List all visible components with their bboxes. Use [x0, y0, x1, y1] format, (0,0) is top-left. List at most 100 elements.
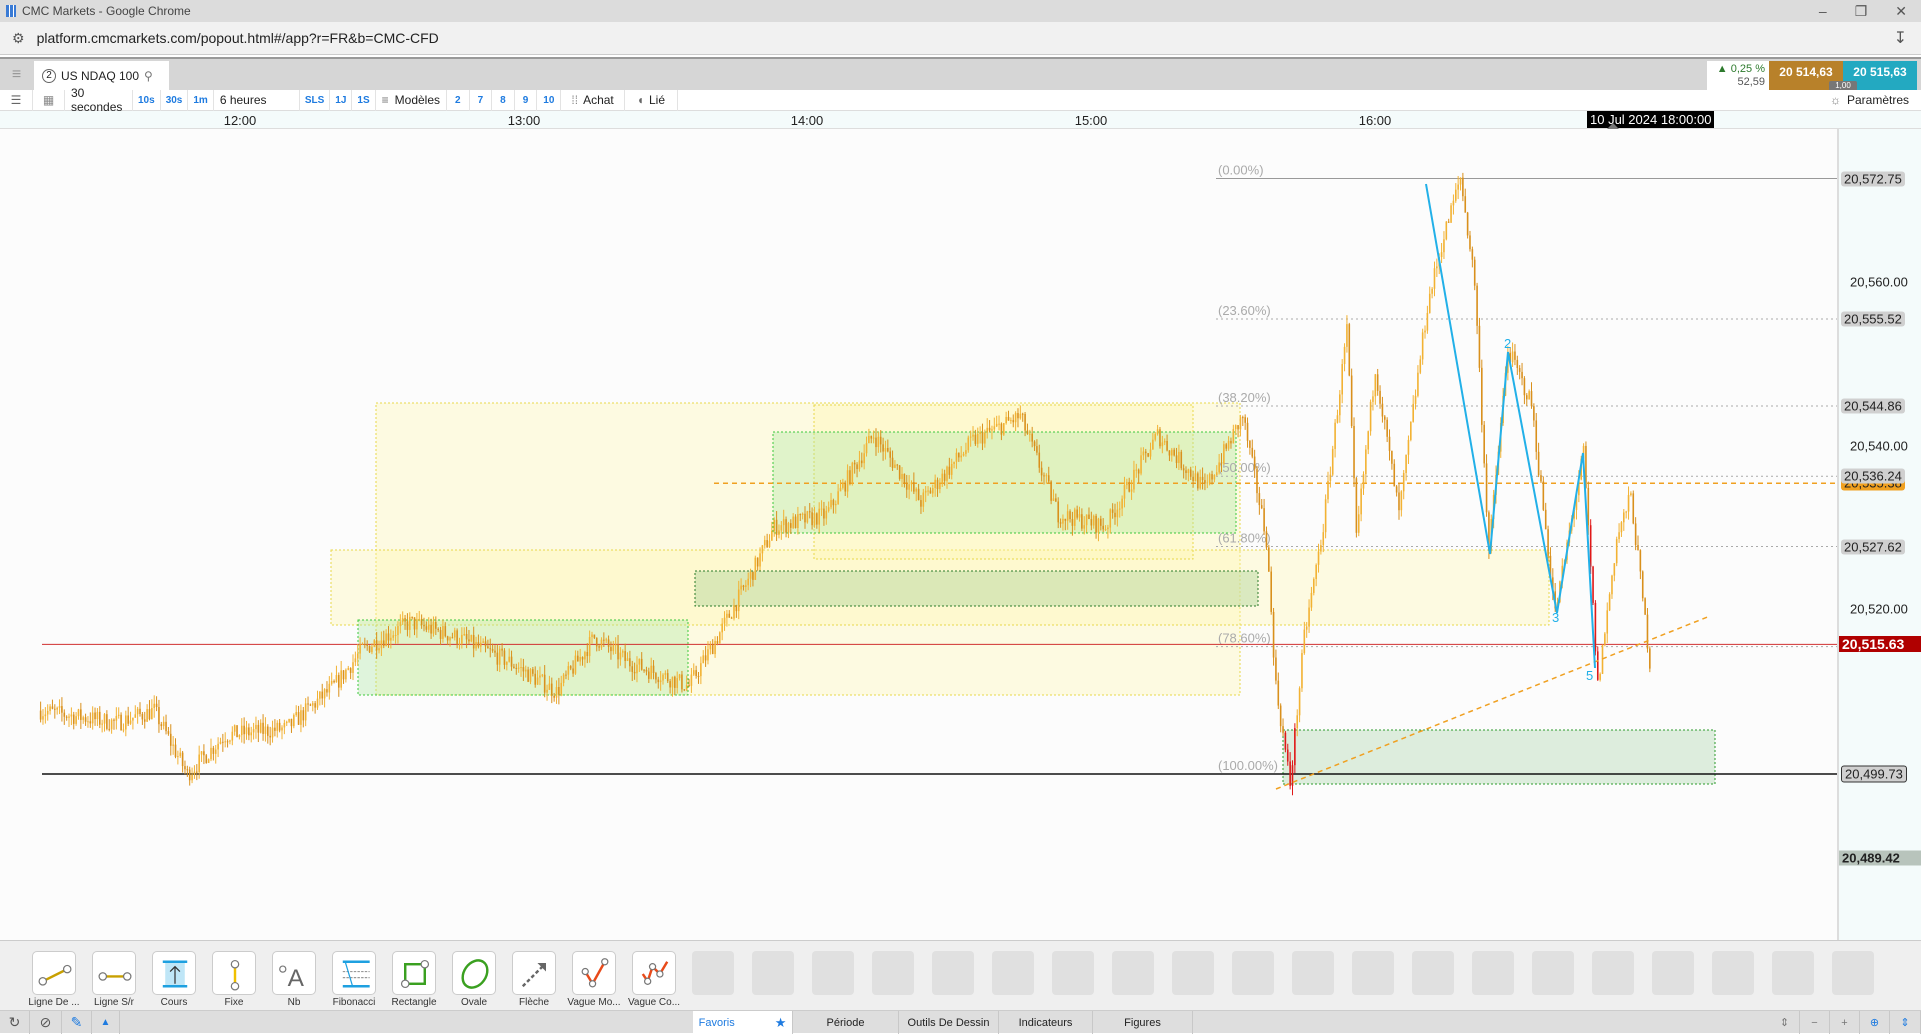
tool-text[interactable]: A [272, 951, 316, 995]
pan-icon[interactable]: ⇕ [1770, 1011, 1800, 1034]
tool-support-resistance[interactable] [92, 951, 136, 995]
rectangle-drawing-green-dark[interactable] [694, 570, 1259, 607]
candle [108, 719, 111, 732]
range-1j[interactable]: 1J [330, 89, 353, 111]
candle [1454, 183, 1457, 203]
empty-tool-slot[interactable] [1592, 951, 1634, 995]
candle [1516, 355, 1519, 375]
tool-wave[interactable] [572, 951, 616, 995]
url-field[interactable]: platform.cmcmarkets.com/popout.html#/app… [37, 30, 439, 46]
price-tick: 20,520.00 [1850, 601, 1908, 617]
interval-10s[interactable]: 10s [133, 89, 161, 111]
empty-tool-slot[interactable] [1232, 951, 1274, 995]
tab-figures[interactable]: Figures [1093, 1011, 1193, 1034]
empty-tool-slot[interactable] [1352, 951, 1394, 995]
empty-tool-slot[interactable] [1532, 951, 1574, 995]
rectangle-drawing-green[interactable] [1282, 729, 1716, 785]
range-sls[interactable]: SLS [300, 89, 331, 111]
tool-fixed-line[interactable] [212, 951, 256, 995]
list-view-icon[interactable]: ☰ [0, 89, 33, 111]
interval-30s[interactable]: 30s [161, 89, 189, 111]
range-1s[interactable]: 1S [352, 89, 376, 111]
chart-type-button[interactable]: ⁞⁞ Achat [561, 89, 625, 111]
empty-tool-slot[interactable] [992, 951, 1034, 995]
minimize-button[interactable]: – [1819, 3, 1827, 20]
empty-tool-slot[interactable] [1172, 951, 1214, 995]
price-axis[interactable]: 20,560.0020,540.0020,520.0020,535.3820,5… [1837, 129, 1921, 940]
template-slot-7[interactable]: 7 [470, 89, 493, 111]
price-chart[interactable]: (0.00%) (23.60%) (38.20%) (50.00%) (61.80%) (… [0, 129, 1921, 940]
empty-tool-slot[interactable] [1052, 951, 1094, 995]
templates-button[interactable]: ≡ Modèles [376, 89, 448, 111]
candle [184, 760, 186, 775]
candle [1244, 414, 1246, 430]
clear-icon[interactable]: ⊘ [30, 1011, 62, 1034]
crosshair-icon[interactable]: ⊕ [1860, 1011, 1890, 1034]
empty-tool-slot[interactable] [692, 951, 734, 995]
wave-count-icon [641, 961, 669, 985]
refresh-icon[interactable]: ↻ [0, 1011, 30, 1034]
tool-wave-count[interactable] [632, 951, 676, 995]
candle [1606, 602, 1609, 644]
site-settings-icon[interactable]: ⚙ [12, 30, 25, 47]
interval-1m[interactable]: 1m [188, 89, 214, 111]
template-slot-2[interactable]: 2 [447, 89, 470, 111]
layout-icon[interactable]: ▦ [33, 89, 65, 111]
pencil-icon[interactable]: ✎ [62, 1011, 92, 1034]
tool-label: Ligne De ... [28, 997, 80, 1008]
fib-price-label: 20,499.73 [1841, 765, 1907, 783]
empty-tool-slot[interactable] [752, 951, 794, 995]
candle [186, 765, 189, 777]
tool-arrow[interactable] [512, 951, 556, 995]
empty-tool-slot[interactable] [1832, 951, 1874, 995]
tab-outils-de-dessin[interactable]: Outils De Dessin [899, 1011, 999, 1034]
candle [63, 709, 66, 725]
search-icon[interactable]: ⚲ [144, 69, 153, 83]
candle [269, 726, 271, 746]
empty-tool-slot[interactable] [812, 951, 854, 995]
interval-select[interactable]: 30 secondes [65, 86, 133, 114]
tool-label: Fibonacci [332, 997, 376, 1008]
candle [352, 654, 354, 681]
menu-icon[interactable]: ≡ [0, 59, 33, 90]
candle [1618, 523, 1620, 543]
download-icon[interactable]: ↧ [1894, 28, 1907, 48]
tab-indicateurs[interactable]: Indicateurs [999, 1011, 1093, 1034]
template-slot-9[interactable]: 9 [515, 89, 538, 111]
tab-favoris[interactable]: Favoris ★ [693, 1011, 793, 1034]
link-button[interactable]: ◖ Lié [625, 89, 679, 111]
fit-vertical-icon[interactable]: ⇕ [1890, 1011, 1921, 1034]
tool-fibonacci[interactable] [332, 951, 376, 995]
zoom-out-icon[interactable]: − [1800, 1011, 1830, 1034]
tool-oval[interactable] [452, 951, 496, 995]
tool-trendline[interactable] [32, 951, 76, 995]
change-pct: 0,25 % [1730, 63, 1765, 75]
empty-tool-slot[interactable] [932, 951, 974, 995]
settings-button[interactable]: ☼ Paramètres [1830, 93, 1909, 107]
empty-tool-slot[interactable] [1652, 951, 1694, 995]
candle [295, 705, 297, 717]
tool-price-range[interactable] [152, 951, 196, 995]
empty-tool-slot[interactable] [1112, 951, 1154, 995]
template-slot-8[interactable]: 8 [492, 89, 515, 111]
template-slot-10[interactable]: 10 [537, 89, 562, 111]
range-select[interactable]: 6 heures [214, 89, 300, 111]
time-axis[interactable]: 12:00 13:00 14:00 15:00 16:00 10 Jul 202… [0, 111, 1921, 130]
empty-tool-slot[interactable] [872, 951, 914, 995]
restore-button[interactable]: ❐ [1855, 3, 1868, 20]
tab-periode[interactable]: Période [793, 1011, 899, 1034]
empty-tool-slot[interactable] [1412, 951, 1454, 995]
candle [58, 699, 61, 715]
close-button[interactable]: ✕ [1895, 3, 1907, 20]
zoom-in-icon[interactable]: + [1830, 1011, 1860, 1034]
sort-icon[interactable]: ▲ [92, 1011, 120, 1034]
candle [1596, 646, 1599, 681]
empty-tool-slot[interactable] [1712, 951, 1754, 995]
empty-tool-slot[interactable] [1292, 951, 1334, 995]
candle [226, 739, 229, 748]
candle [1329, 466, 1332, 488]
empty-tool-slot[interactable] [1472, 951, 1514, 995]
empty-tool-slot[interactable] [1772, 951, 1814, 995]
tool-label: Nb [287, 997, 301, 1008]
tool-rectangle[interactable] [392, 951, 436, 995]
